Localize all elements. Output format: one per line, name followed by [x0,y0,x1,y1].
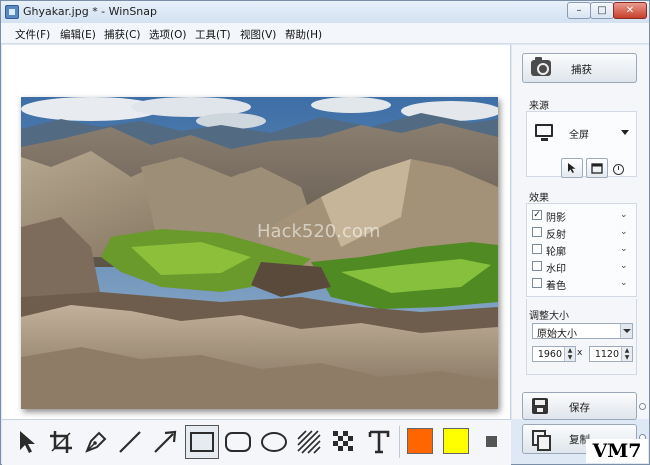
hatch-fill-tool[interactable] [292,425,326,459]
effect-outline[interactable]: 轮廓 ⌄ [532,242,632,258]
menu-tools[interactable]: 工具(T) [195,27,231,42]
pen-nib-icon [85,431,107,453]
text-tool[interactable] [362,425,396,459]
arrow-icon [154,430,177,453]
effect-reflection[interactable]: 反射 ⌄ [532,225,632,241]
hatch-pattern-icon [297,430,321,454]
reflection-checkbox[interactable] [532,227,542,237]
save-options-dot[interactable] [639,403,646,410]
select-tool[interactable] [10,425,44,459]
menu-help[interactable]: 帮助(H) [285,27,322,42]
chevron-down-icon[interactable] [620,324,632,338]
resize-mode-value: 原始大小 [537,329,577,340]
menu-view[interactable]: 视图(V) [240,27,276,42]
capture-button-label: 捕获 [571,64,592,76]
chevron-down-icon[interactable]: ⌄ [620,278,628,288]
ellipse-icon [261,432,287,452]
height-spinner-icon[interactable]: ▲ ▼ [621,347,632,361]
rectangle-icon [190,432,214,452]
tint-checkbox[interactable] [532,278,542,288]
save-button[interactable]: 保存 [522,392,637,420]
ellipse-tool[interactable] [257,425,291,459]
line-width-icon[interactable] [486,436,497,447]
effect-shadow[interactable]: ✓ 阴影 ⌄ [532,208,632,224]
resize-mode-select[interactable]: 原始大小 [532,323,633,340]
capture-button[interactable]: 捕获 [522,53,637,83]
site-logo-badge: VM7 [586,439,648,463]
effect-label: 水印 [546,264,566,275]
width-input[interactable]: 1960 ▲ ▼ [532,346,576,362]
chevron-down-icon[interactable]: ⌄ [620,210,628,220]
winsnap-app-icon [5,5,19,19]
floppy-disk-icon [532,398,548,414]
winsnap-window: Ghyakar.jpg * - WinSnap – □ ✕ 文件(F) 编辑(E… [0,0,650,465]
timer-icon[interactable] [613,164,624,175]
maximize-button[interactable]: □ [590,2,614,19]
close-button[interactable]: ✕ [613,2,647,19]
pixelate-tool[interactable] [327,425,361,459]
effect-watermark[interactable]: 水印 ⌄ [532,259,632,275]
crop-icon [50,431,72,453]
effects-section-title: 效果 [529,193,549,204]
checkerboard-icon [333,431,353,451]
menu-options[interactable]: 选项(O) [149,27,186,42]
rectangle-tool[interactable] [185,425,219,459]
copy-icon [532,430,551,451]
source-dropdown-arrow-icon[interactable] [621,130,629,135]
watermark-checkbox[interactable] [532,261,542,271]
menu-capture[interactable]: 捕获(C) [104,27,141,42]
arrow-tool[interactable] [148,425,182,459]
toolbar-separator [399,426,400,458]
source-mode[interactable]: 全屏 [569,126,589,141]
line-tool[interactable] [113,425,147,459]
landscape-image [21,97,498,409]
options-panel: 捕获 来源 全屏 效果 ✓ 阴影 ⌄ 反射 ⌄ 轮廓 ⌄ 水印 ⌄ 着色 ⌄ 调… [512,45,649,420]
watermark-text: Hack520.com [257,221,381,242]
pen-tool[interactable] [79,425,113,459]
effect-label: 阴影 [546,213,566,224]
window-title: Ghyakar.jpg * - WinSnap [23,5,157,18]
menu-bar: 文件(F) 编辑(E) 捕获(C) 选项(O) 工具(T) 视图(V) 帮助(H… [1,23,649,44]
height-input[interactable]: 1120 ▲ ▼ [589,346,633,362]
line-icon [119,431,141,453]
save-button-label: 保存 [569,402,590,414]
camera-icon [531,57,551,76]
menu-file[interactable]: 文件(F) [15,27,50,42]
effect-tint[interactable]: 着色 ⌄ [532,276,632,292]
effect-label: 着色 [546,281,566,292]
monitor-icon [535,124,553,141]
source-section-title: 来源 [529,101,549,112]
crop-tool[interactable] [44,425,78,459]
chevron-down-icon[interactable]: ⌄ [620,261,628,271]
resize-group: 原始大小 1960 ▲ ▼ x 1120 ▲ ▼ [526,299,637,375]
effect-label: 反射 [546,230,566,241]
drawing-toolbar [2,419,511,465]
rounded-rectangle-icon [225,432,251,452]
outline-checkbox[interactable] [532,244,542,254]
secondary-color-swatch[interactable] [443,428,469,454]
pointer-arrow-icon [20,431,35,453]
shadow-checkbox[interactable]: ✓ [532,210,542,220]
cursor-icon [568,163,576,173]
width-value: 1960 [537,349,562,360]
effects-group: ✓ 阴影 ⌄ 反射 ⌄ 轮廓 ⌄ 水印 ⌄ 着色 ⌄ [526,203,637,297]
chevron-down-icon[interactable]: ⌄ [620,244,628,254]
title-bar: Ghyakar.jpg * - WinSnap – □ ✕ [1,1,649,23]
menu-edit[interactable]: 编辑(E) [60,27,96,42]
captured-landscape-photo[interactable]: Hack520.com [21,97,498,409]
source-group: 全屏 [526,111,637,178]
window-icon [591,162,603,174]
height-value: 1120 [594,349,619,360]
minimize-button[interactable]: – [567,2,591,19]
chevron-down-icon[interactable]: ⌄ [620,227,628,237]
width-spinner-icon[interactable]: ▲ ▼ [564,347,575,361]
text-t-icon [368,430,390,454]
rounded-rectangle-tool[interactable] [221,425,255,459]
primary-color-swatch[interactable] [407,428,433,454]
image-canvas[interactable]: Hack520.com [2,45,511,419]
dimension-separator: x [577,348,583,358]
effect-label: 轮廓 [546,247,566,258]
pointer-mode-button[interactable] [561,158,583,178]
window-mode-button[interactable] [586,158,608,178]
